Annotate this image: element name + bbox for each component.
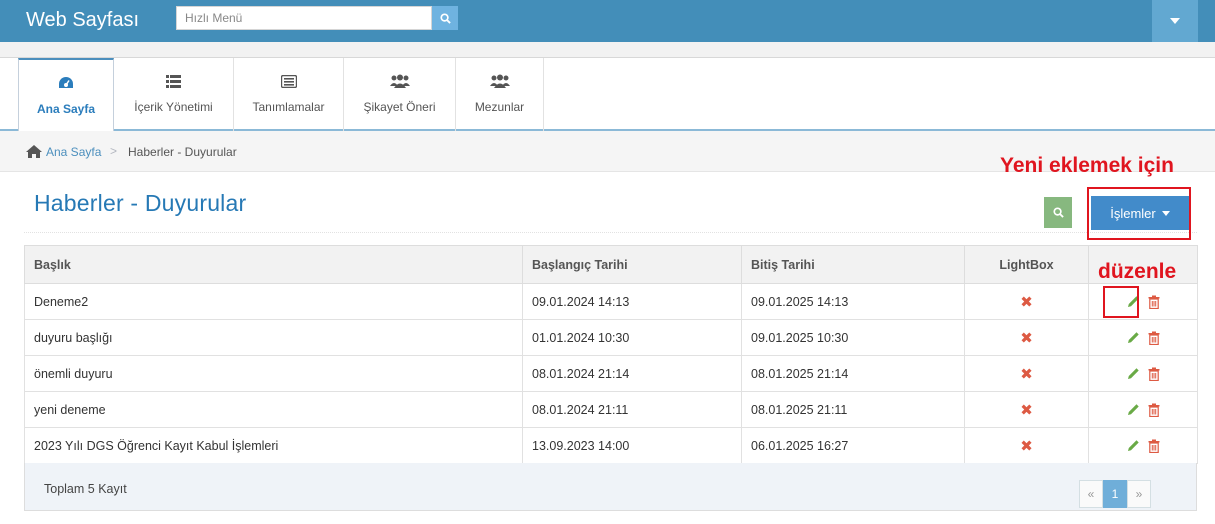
cell-title: Deneme2 <box>24 283 523 320</box>
search-icon <box>1052 207 1064 218</box>
breadcrumb-separator: > <box>110 144 118 158</box>
menu-item-label: Ana Sayfa <box>36 102 96 116</box>
annotation-box-edit <box>1103 286 1139 318</box>
quick-menu-search-button[interactable] <box>432 6 458 30</box>
table-row: önemli duyuru 08.01.2024 21:14 08.01.202… <box>24 355 1198 392</box>
table-footer: Toplam 5 Kayıt « 1 » <box>24 463 1197 511</box>
menu-item-icerik-yonetimi[interactable]: İçerik Yönetimi <box>114 58 234 131</box>
cell-start: 13.09.2023 14:00 <box>522 427 742 464</box>
search-icon <box>439 12 451 24</box>
list-alt-icon <box>280 73 297 89</box>
list-icon <box>166 73 181 89</box>
cell-title: yeni deneme <box>24 391 523 428</box>
pager-page-button[interactable]: 1 <box>1103 480 1127 508</box>
cell-start: 08.01.2024 21:14 <box>522 355 742 392</box>
dashboard-icon <box>58 75 74 91</box>
cell-start: 01.01.2024 10:30 <box>522 319 742 356</box>
user-dropdown-button[interactable] <box>1152 0 1198 42</box>
table-row: Deneme2 09.01.2024 14:13 09.01.2025 14:1… <box>24 283 1198 320</box>
breadcrumb-home-link[interactable]: Ana Sayfa <box>46 145 101 159</box>
lightbox-off-icon: ✖ <box>1020 365 1033 383</box>
home-icon[interactable] <box>26 145 42 161</box>
page-title: Haberler - Duyurular <box>34 190 247 216</box>
table-row: 2023 Yılı DGS Öğrenci Kayıt Kabul İşleml… <box>24 427 1198 464</box>
column-header-title[interactable]: Başlık <box>24 245 523 284</box>
brand-title[interactable]: Web Sayfası <box>26 8 139 32</box>
column-header-lightbox[interactable]: LightBox <box>964 245 1089 284</box>
cell-end: 06.01.2025 16:27 <box>741 427 965 464</box>
lightbox-off-icon: ✖ <box>1020 401 1033 419</box>
search-button[interactable] <box>1044 197 1072 228</box>
cell-end: 09.01.2025 10:30 <box>741 319 965 356</box>
trash-icon[interactable] <box>1148 295 1160 309</box>
caret-down-icon <box>1161 210 1170 216</box>
pencil-icon[interactable] <box>1127 403 1140 416</box>
lightbox-off-icon: ✖ <box>1020 437 1033 455</box>
cell-start: 08.01.2024 21:11 <box>522 391 742 428</box>
cell-end: 09.01.2025 14:13 <box>741 283 965 320</box>
column-header-start[interactable]: Başlangıç Tarihi <box>522 245 742 284</box>
table-row: duyuru başlığı 01.01.2024 10:30 09.01.20… <box>24 319 1198 356</box>
header-divider <box>24 232 1197 233</box>
cell-start: 09.01.2024 14:13 <box>522 283 742 320</box>
table-header-row: Başlık Başlangıç Tarihi Bitiş Tarihi Lig… <box>24 245 1198 284</box>
menu-item-label: Tanımlamalar <box>252 100 325 114</box>
quick-menu-input[interactable] <box>176 6 432 30</box>
cell-end: 08.01.2025 21:11 <box>741 391 965 428</box>
pager-next-button[interactable]: » <box>1127 480 1151 508</box>
lightbox-off-icon: ✖ <box>1020 329 1033 347</box>
navbar-divider <box>0 42 1215 58</box>
menu-item-label: Şikayet Öneri <box>363 100 436 114</box>
main-menu: Ana Sayfa İçerik Yönetimi Tanımlamalar Ş… <box>0 58 1215 132</box>
top-navbar: Web Sayfası <box>0 0 1215 42</box>
cell-title: önemli duyuru <box>24 355 523 392</box>
cell-end: 08.01.2025 21:14 <box>741 355 965 392</box>
actions-dropdown-button[interactable]: İşlemler <box>1091 196 1189 230</box>
actions-button-label: İşlemler <box>1110 205 1156 221</box>
news-table: Başlık Başlangıç Tarihi Bitiş Tarihi Lig… <box>24 245 1198 464</box>
annotation-add-new: Yeni eklemek için <box>1000 154 1174 177</box>
trash-icon[interactable] <box>1148 403 1160 417</box>
pencil-icon[interactable] <box>1127 331 1140 344</box>
menu-item-sikayet-oneri[interactable]: Şikayet Öneri <box>344 58 456 131</box>
menu-item-ana-sayfa[interactable]: Ana Sayfa <box>18 58 114 132</box>
breadcrumb-current: Haberler - Duyurular <box>128 145 237 159</box>
menu-item-tanimlamalar[interactable]: Tanımlamalar <box>234 58 344 131</box>
column-header-end[interactable]: Bitiş Tarihi <box>741 245 965 284</box>
total-records: Toplam 5 Kayıt <box>44 482 127 496</box>
users-icon <box>389 73 410 89</box>
trash-icon[interactable] <box>1148 331 1160 345</box>
cell-title: duyuru başlığı <box>24 319 523 356</box>
pager-prev-button[interactable]: « <box>1079 480 1103 508</box>
caret-down-icon <box>1170 18 1180 24</box>
trash-icon[interactable] <box>1148 439 1160 453</box>
menu-item-label: İçerik Yönetimi <box>134 100 213 114</box>
users-icon <box>489 73 510 89</box>
menu-item-label: Mezunlar <box>474 100 525 114</box>
trash-icon[interactable] <box>1148 367 1160 381</box>
pencil-icon[interactable] <box>1127 439 1140 452</box>
pagination: « 1 » <box>1079 480 1151 508</box>
table-row: yeni deneme 08.01.2024 21:11 08.01.2025 … <box>24 391 1198 428</box>
annotation-edit: düzenle <box>1098 260 1177 283</box>
cell-title: 2023 Yılı DGS Öğrenci Kayıt Kabul İşleml… <box>24 427 523 464</box>
pencil-icon[interactable] <box>1127 367 1140 380</box>
lightbox-off-icon: ✖ <box>1020 293 1033 311</box>
menu-item-mezunlar[interactable]: Mezunlar <box>456 58 544 131</box>
